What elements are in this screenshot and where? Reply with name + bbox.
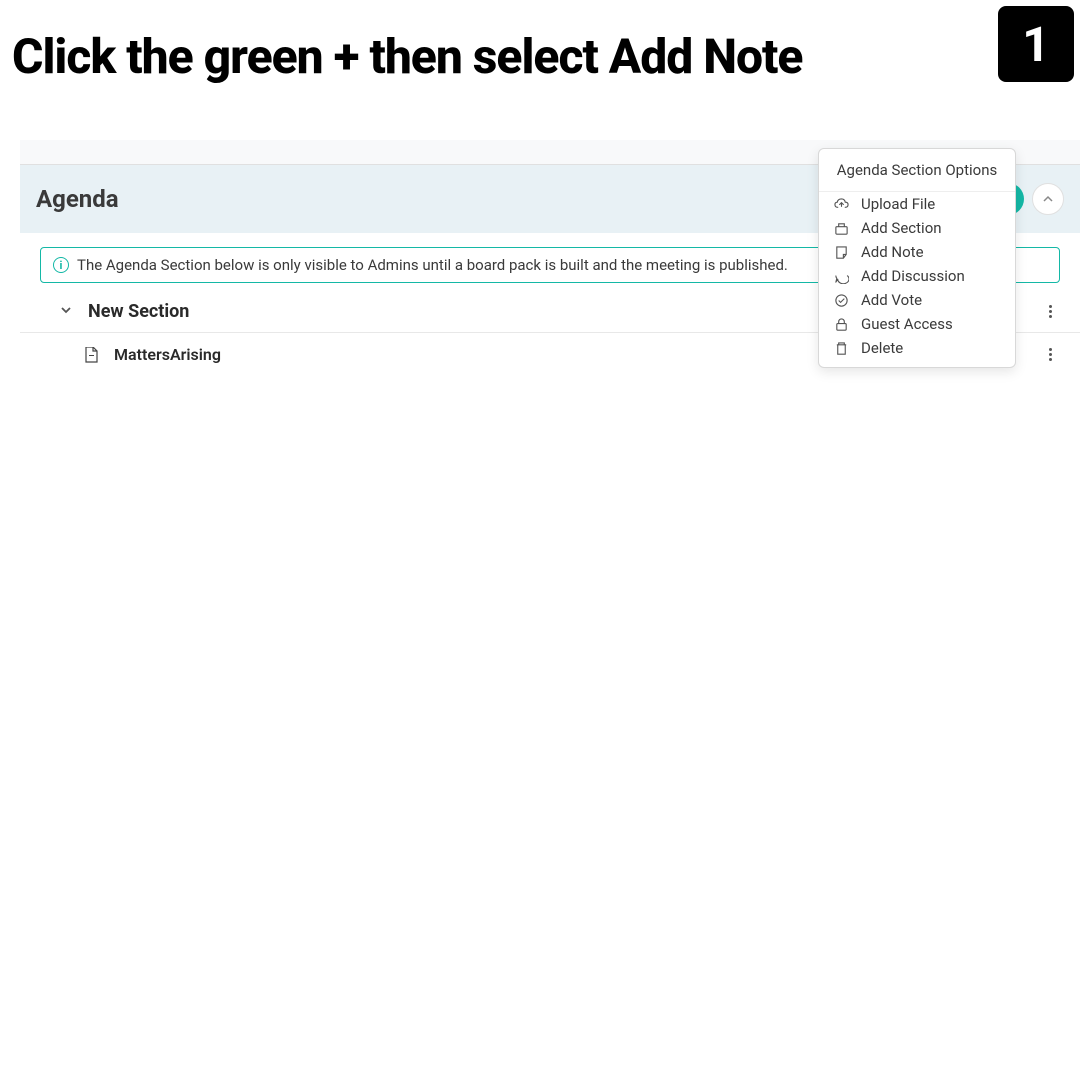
menu-label: Upload File [861, 195, 935, 213]
menu-guest-access[interactable]: Guest Access [819, 312, 1015, 336]
menu-label: Add Vote [861, 291, 922, 309]
section-title: New Section [88, 301, 189, 322]
cloud-upload-icon [833, 196, 849, 212]
trash-icon [833, 340, 849, 356]
menu-label: Add Section [861, 219, 942, 237]
vote-icon [833, 292, 849, 308]
menu-upload-file[interactable]: Upload File [819, 192, 1015, 216]
note-icon [833, 244, 849, 260]
menu-add-vote[interactable]: Add Vote [819, 288, 1015, 312]
collapse-button[interactable] [1032, 183, 1064, 215]
menu-delete[interactable]: Delete [819, 336, 1015, 367]
lock-icon [833, 316, 849, 332]
menu-label: Add Note [861, 243, 924, 261]
step-number-badge: 1 [998, 6, 1074, 82]
menu-label: Guest Access [861, 315, 953, 333]
section-icon [833, 220, 849, 236]
agenda-title: Agenda [36, 185, 119, 213]
info-icon: i [53, 257, 69, 273]
chevron-down-icon [60, 304, 72, 320]
chevron-up-icon [1042, 193, 1054, 205]
menu-label: Delete [861, 339, 903, 357]
info-message: The Agenda Section below is only visible… [77, 256, 788, 274]
instruction-text: Click the green + then select Add Note [12, 28, 802, 85]
agenda-item-title: MattersArising [114, 345, 221, 364]
file-icon [84, 347, 98, 363]
discussion-icon [833, 268, 849, 284]
agenda-section-options-menu: Agenda Section Options Upload File Add S… [818, 148, 1016, 368]
menu-label: Add Discussion [861, 267, 965, 285]
dropdown-title: Agenda Section Options [819, 149, 1015, 192]
section-more-icon[interactable] [1049, 305, 1052, 318]
item-more-icon[interactable] [1049, 348, 1052, 361]
menu-add-section[interactable]: Add Section [819, 216, 1015, 240]
menu-add-note[interactable]: Add Note [819, 240, 1015, 264]
menu-add-discussion[interactable]: Add Discussion [819, 264, 1015, 288]
